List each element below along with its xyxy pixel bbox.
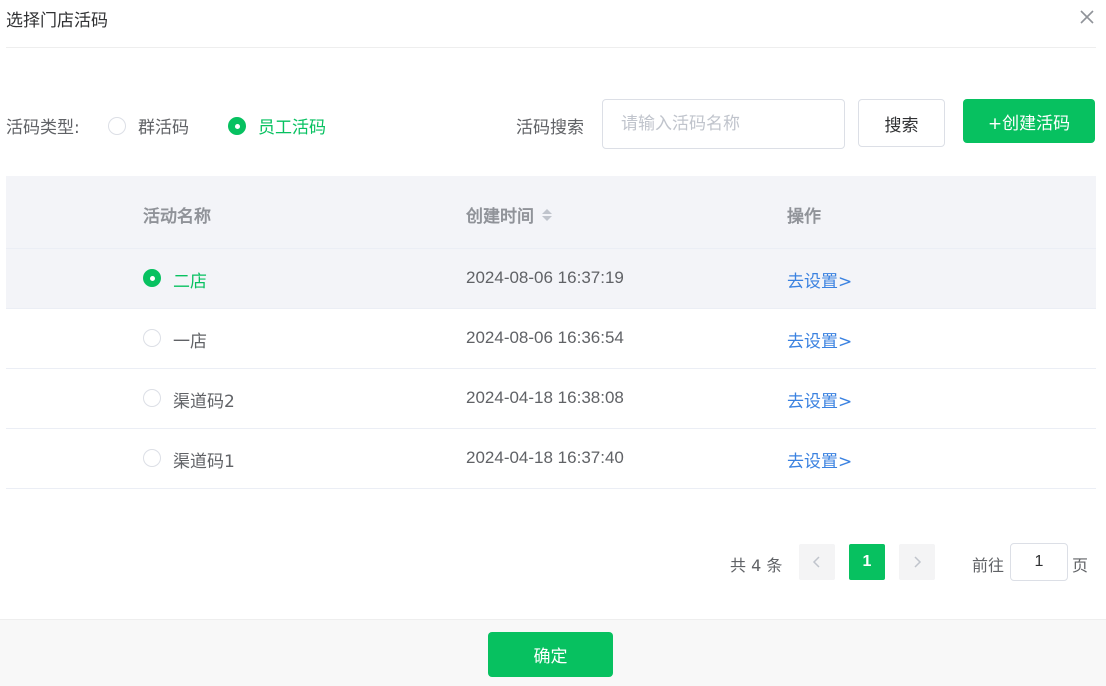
- goto-suffix: 页: [1072, 556, 1089, 575]
- prev-page-button[interactable]: [799, 544, 835, 580]
- row-name: 渠道码1: [173, 452, 235, 472]
- column-header-ops: 操作: [787, 207, 821, 227]
- row-time: 2024-04-18 16:38:08: [466, 388, 624, 407]
- goto-page-input[interactable]: [1010, 543, 1068, 581]
- radio-staff-code[interactable]: 员工活码: [228, 113, 326, 138]
- search-label: 活码搜索: [516, 118, 584, 138]
- row-settings-link[interactable]: 去设置>: [787, 387, 852, 412]
- table-row[interactable]: 二店 2024-08-06 16:37:19 去设置>: [6, 249, 1096, 309]
- row-radio-checked-icon[interactable]: [143, 269, 161, 287]
- row-settings-link[interactable]: 去设置>: [787, 267, 852, 292]
- next-page-button[interactable]: [899, 544, 935, 580]
- column-header-time[interactable]: 创建时间: [466, 202, 552, 227]
- radio-label: 群活码: [138, 118, 189, 138]
- row-radio-icon[interactable]: [143, 329, 161, 347]
- table-row[interactable]: 一店 2024-08-06 16:36:54 去设置>: [6, 309, 1096, 369]
- radio-group-code[interactable]: 群活码: [108, 113, 189, 138]
- pagination: 共 4 条 1 前往 页: [0, 543, 1106, 581]
- goto-label: 前往: [972, 556, 1005, 575]
- pagination-total: 共 4 条: [730, 556, 783, 575]
- code-type-label: 活码类型:: [6, 118, 80, 138]
- row-radio-icon[interactable]: [143, 389, 161, 407]
- code-table: 活动名称 创建时间 操作 二店 2024-08-06 16:37:19 去设置>…: [6, 176, 1096, 489]
- create-code-button[interactable]: +创建活码: [963, 99, 1095, 143]
- row-name: 二店: [173, 272, 207, 292]
- dialog-title: 选择门店活码: [6, 11, 108, 31]
- chevron-left-icon: [812, 556, 820, 568]
- table-header: 活动名称 创建时间 操作: [6, 176, 1096, 249]
- search-input[interactable]: [602, 99, 845, 149]
- search-button[interactable]: 搜索: [858, 99, 945, 147]
- close-icon[interactable]: [1076, 6, 1098, 28]
- filter-bar: 活码类型: 群活码 员工活码 活码搜索 搜索 +创建活码: [6, 99, 1096, 149]
- table-row[interactable]: 渠道码2 2024-04-18 16:38:08 去设置>: [6, 369, 1096, 429]
- dialog-header: 选择门店活码: [6, 0, 1096, 48]
- select-store-code-dialog: 选择门店活码 活码类型: 群活码 员工活码 活码搜索 搜索 +创建活码 活动名称…: [0, 0, 1106, 686]
- row-settings-link[interactable]: 去设置>: [787, 327, 852, 352]
- row-settings-link[interactable]: 去设置>: [787, 447, 852, 472]
- row-name: 渠道码2: [173, 392, 235, 412]
- dialog-footer: 确定: [0, 619, 1106, 686]
- table-row[interactable]: 渠道码1 2024-04-18 16:37:40 去设置>: [6, 429, 1096, 489]
- radio-label: 员工活码: [258, 118, 326, 138]
- row-time: 2024-08-06 16:37:19: [466, 268, 624, 287]
- radio-checked-icon[interactable]: [228, 116, 246, 135]
- row-name: 一店: [173, 332, 207, 352]
- row-time: 2024-04-18 16:37:40: [466, 448, 624, 467]
- chevron-right-icon: [914, 556, 922, 568]
- radio-circle-icon[interactable]: [108, 116, 126, 135]
- row-time: 2024-08-06 16:36:54: [466, 328, 624, 347]
- confirm-button[interactable]: 确定: [488, 632, 613, 677]
- row-radio-icon[interactable]: [143, 449, 161, 467]
- column-header-name: 活动名称: [143, 207, 211, 227]
- sort-caret-icon[interactable]: [542, 208, 552, 221]
- page-number-current[interactable]: 1: [849, 544, 885, 580]
